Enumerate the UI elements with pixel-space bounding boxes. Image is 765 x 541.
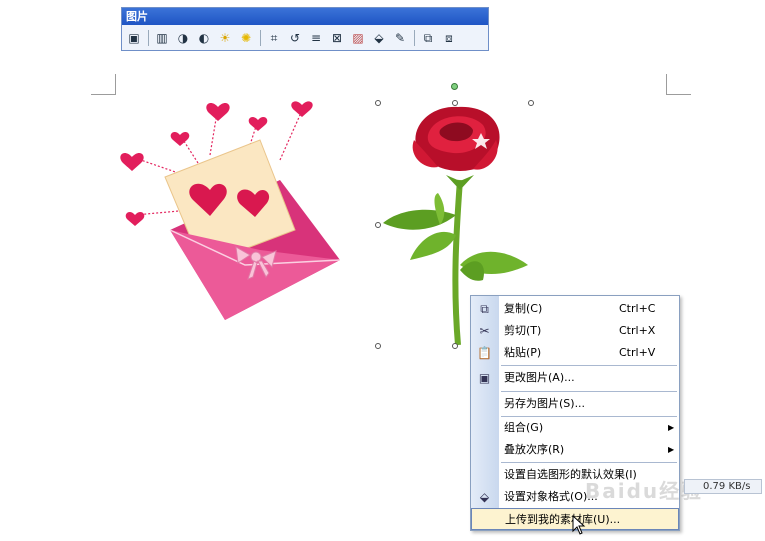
format-picture-icon[interactable]: ⬙ bbox=[369, 28, 389, 48]
page-corner-top-right bbox=[666, 74, 691, 95]
menu-separator bbox=[501, 365, 677, 366]
menu-item-label: 组合(G) bbox=[504, 421, 544, 434]
resize-handle-left[interactable] bbox=[375, 222, 381, 228]
menu-item-change-picture[interactable]: ▣ 更改图片(A)... bbox=[471, 367, 679, 389]
rotation-handle[interactable] bbox=[451, 83, 458, 90]
insert-picture-icon[interactable]: ▣ bbox=[124, 28, 144, 48]
menu-item-label: 上传到我的素材库(U)... bbox=[505, 513, 621, 526]
resize-handle-top[interactable] bbox=[452, 100, 458, 106]
resize-handle-top-left[interactable] bbox=[375, 100, 381, 106]
menu-item-label: 另存为图片(S)... bbox=[504, 397, 586, 410]
toolbar-separator bbox=[414, 30, 415, 46]
toolbar-separator bbox=[148, 30, 149, 46]
menu-separator bbox=[501, 462, 677, 463]
menu-item-paste[interactable]: 📋 粘贴(P) Ctrl+V bbox=[471, 342, 679, 364]
toolbar-buttons: ▣ ▥ ◑ ◐ ☀ ✺ ⌗ ↺ ≡ ⊠ ▨ ⬙ ✎ ⧉ ⧈ bbox=[124, 28, 486, 48]
reset-picture-icon[interactable]: ⧉ bbox=[418, 28, 438, 48]
more-contrast-icon[interactable]: ◑ bbox=[173, 28, 193, 48]
rotate-left-icon[interactable]: ↺ bbox=[285, 28, 305, 48]
resize-handle-bottom-left[interactable] bbox=[375, 343, 381, 349]
more-brightness-icon[interactable]: ☀ bbox=[215, 28, 235, 48]
toolbar-title[interactable]: 图片 bbox=[122, 8, 488, 25]
speed-value: 0.79 KB/s bbox=[703, 481, 751, 492]
set-transparent-color-icon[interactable]: ✎ bbox=[390, 28, 410, 48]
scissors-icon: ✂ bbox=[479, 324, 490, 338]
menu-item-shortcut: Ctrl+C bbox=[619, 302, 656, 315]
menu-item-label: 设置对象格式(O)... bbox=[504, 490, 598, 503]
format-object-icon: ⬙ bbox=[479, 490, 490, 504]
menu-item-label: 更改图片(A)... bbox=[504, 371, 575, 384]
change-picture-icon: ▣ bbox=[478, 371, 491, 385]
menu-item-label: 剪切(T) bbox=[504, 324, 542, 337]
color-icon[interactable]: ▥ bbox=[152, 28, 172, 48]
love-letter-clipart[interactable] bbox=[110, 85, 350, 335]
less-contrast-icon[interactable]: ◐ bbox=[194, 28, 214, 48]
paste-icon: 📋 bbox=[477, 346, 492, 360]
less-brightness-icon[interactable]: ✺ bbox=[236, 28, 256, 48]
crop-icon[interactable]: ⌗ bbox=[264, 28, 284, 48]
menu-item-shortcut: Ctrl+V bbox=[619, 346, 656, 359]
line-style-icon[interactable]: ≡ bbox=[306, 28, 326, 48]
submenu-arrow-icon: ▶ bbox=[668, 423, 675, 432]
menu-item-order[interactable]: 叠放次序(R) ▶ bbox=[471, 439, 679, 461]
menu-item-label: 复制(C) bbox=[504, 302, 543, 315]
menu-item-cut[interactable]: ✂ 剪切(T) Ctrl+X bbox=[471, 320, 679, 342]
submenu-arrow-icon: ▶ bbox=[668, 445, 675, 454]
menu-item-save-as-picture[interactable]: 另存为图片(S)... bbox=[471, 393, 679, 415]
copy-icon: ⧉ bbox=[480, 302, 489, 316]
network-speed-indicator: 0.79 KB/s bbox=[684, 479, 762, 494]
resize-handle-top-right[interactable] bbox=[528, 100, 534, 106]
picture-toolbar: 图片 ▣ ▥ ◑ ◐ ☀ ✺ ⌗ ↺ ≡ ⊠ ▨ ⬙ ✎ ⧉ ⧈ bbox=[121, 7, 489, 51]
resize-handle-bottom[interactable] bbox=[452, 343, 458, 349]
menu-item-copy[interactable]: ⧉ 复制(C) Ctrl+C bbox=[471, 298, 679, 320]
mouse-cursor-icon bbox=[572, 515, 586, 535]
menu-item-label: 叠放次序(R) bbox=[504, 443, 565, 456]
text-wrapping-icon[interactable]: ▨ bbox=[348, 28, 368, 48]
compress-picture-icon[interactable]: ⊠ bbox=[327, 28, 347, 48]
menu-separator bbox=[501, 391, 677, 392]
menu-item-label: 粘贴(P) bbox=[504, 346, 542, 359]
toolbar-separator bbox=[260, 30, 261, 46]
menu-item-group[interactable]: 组合(G) ▶ bbox=[471, 417, 679, 439]
menu-item-shortcut: Ctrl+X bbox=[619, 324, 656, 337]
reset-image-icon[interactable]: ⧈ bbox=[439, 28, 459, 48]
